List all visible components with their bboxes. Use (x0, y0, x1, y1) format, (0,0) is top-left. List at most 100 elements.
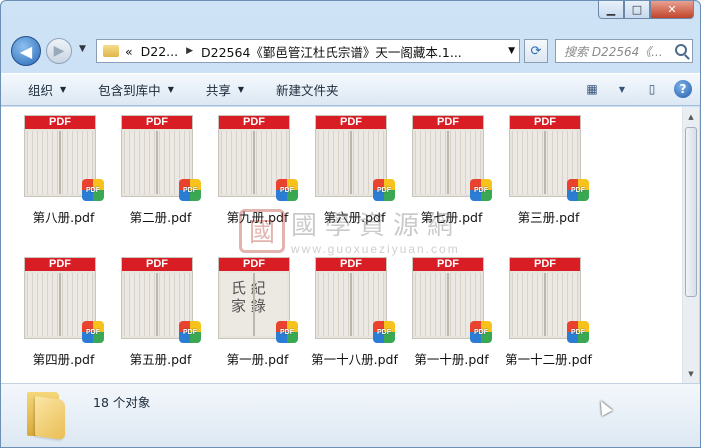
item-count: 18 个对象 (93, 395, 151, 410)
pdf-band-label: PDF (122, 258, 192, 271)
pdf-badge-label: PDF (183, 328, 197, 336)
chevron-down-icon: ▼ (60, 85, 67, 94)
address-bar[interactable]: « D22... ▶ D22564《鄞邑管江杜氏宗谱》天一阁藏本.1... ▼ (96, 39, 520, 63)
vertical-scrollbar[interactable]: ▲ ▼ (682, 107, 699, 383)
pdf-badge-label: PDF (280, 186, 294, 194)
file-name: 第五册.pdf (129, 352, 192, 367)
search-placeholder: 搜索 D22564《... (564, 44, 663, 59)
forward-button[interactable]: ▶ (46, 38, 72, 64)
details-pane: 18 个对象 (1, 383, 700, 447)
pdf-app-icon: PDF (470, 179, 492, 201)
pdf-app-icon: PDF (276, 321, 298, 343)
chevron-down-icon: ▼ (167, 85, 174, 94)
close-button[interactable]: ✕ (650, 1, 694, 19)
scroll-up-icon[interactable]: ▲ (683, 109, 699, 124)
organize-label: 组织 (28, 83, 54, 98)
share-label: 共享 (205, 83, 231, 98)
pdf-band-label: PDF (219, 116, 289, 129)
pdf-band-label: PDF (413, 116, 483, 129)
pdf-badge-label: PDF (474, 186, 488, 194)
pdf-app-icon: PDF (276, 179, 298, 201)
navigation-bar: ◀ ▶ ▼ « D22... ▶ D22564《鄞邑管江杜氏宗谱》天一阁藏本.1… (1, 35, 700, 67)
pdf-band-label: PDF (25, 116, 95, 129)
file-grid: PDF PDF 第八册.pdf PDF PDF 第二册.pdf PDF PDF 第九册.pdf P… (15, 115, 615, 379)
pdf-band-label: PDF (316, 258, 386, 271)
pdf-band-label: PDF (316, 116, 386, 129)
preview-pane-icon[interactable]: ▯ (642, 80, 662, 98)
pdf-badge-label: PDF (377, 186, 391, 194)
pdf-app-icon: PDF (373, 179, 395, 201)
refresh-button[interactable]: ⟳ (524, 39, 548, 63)
maximize-button[interactable]: □ (624, 1, 650, 19)
file-item[interactable]: PDF PDF 第六册.pdf (306, 115, 403, 237)
include-in-library-menu[interactable]: 包含到库中 ▼ (98, 80, 174, 99)
file-name: 第六册.pdf (323, 210, 386, 225)
refresh-icon: ⟳ (530, 43, 542, 59)
file-name: 第八册.pdf (32, 210, 95, 225)
pdf-band-label: PDF (122, 116, 192, 129)
file-item[interactable]: PDF PDF 第一十二册.pdf (500, 257, 597, 379)
file-item[interactable]: PDF PDF 第一十册.pdf (403, 257, 500, 379)
folder-icon (27, 388, 67, 441)
view-controls: ▦ ▼ ▯ ? (572, 80, 692, 98)
file-name: 第七册.pdf (420, 210, 483, 225)
pdf-band-label: PDF (219, 258, 289, 271)
pdf-app-icon: PDF (470, 321, 492, 343)
help-icon[interactable]: ? (674, 80, 692, 98)
back-button[interactable]: ◀ (11, 36, 41, 66)
address-dropdown-icon[interactable]: ▼ (508, 46, 515, 56)
new-folder-button[interactable]: 新建文件夹 (276, 80, 339, 99)
breadcrumb-separator-icon[interactable]: ▶ (186, 46, 193, 56)
file-name: 第一十二册.pdf (505, 352, 592, 367)
file-item[interactable]: PDF PDF 第七册.pdf (403, 115, 500, 237)
file-item[interactable]: PDF PDF 第四册.pdf (15, 257, 112, 379)
pdf-app-icon: PDF (179, 321, 201, 343)
organize-menu[interactable]: 组织 ▼ (28, 80, 66, 99)
file-item[interactable]: PDF PDF 第一十八册.pdf (306, 257, 403, 379)
file-name: 第一十八册.pdf (311, 352, 398, 367)
file-name: 第一十册.pdf (414, 352, 489, 367)
breadcrumb-current[interactable]: D22564《鄞邑管江杜氏宗谱》天一阁藏本.1... (201, 42, 462, 61)
pdf-badge-label: PDF (571, 328, 585, 336)
share-menu[interactable]: 共享 ▼ (206, 80, 244, 99)
pdf-app-icon: PDF (82, 321, 104, 343)
back-arrow-icon: ◀ (19, 41, 33, 61)
scroll-thumb[interactable] (685, 127, 697, 297)
file-name: 第九册.pdf (226, 210, 289, 225)
recent-pages-dropdown[interactable]: ▼ (79, 44, 86, 54)
view-options-dropdown-icon[interactable]: ▼ (612, 80, 632, 98)
pdf-band-label: PDF (510, 258, 580, 271)
breadcrumb-parent[interactable]: D22... (141, 44, 178, 59)
pdf-app-icon: PDF (373, 321, 395, 343)
new-folder-label: 新建文件夹 (276, 83, 339, 98)
pdf-badge-label: PDF (571, 186, 585, 194)
command-bar: 组织 ▼ 包含到库中 ▼ 共享 ▼ 新建文件夹 ▦ ▼ ▯ ? (1, 73, 700, 106)
file-list-pane[interactable]: PDF PDF 第八册.pdf PDF PDF 第二册.pdf PDF PDF 第九册.pdf P… (1, 107, 683, 383)
pdf-band-label: PDF (413, 258, 483, 271)
pdf-badge-label: PDF (183, 186, 197, 194)
caption-buttons: ▁ □ ✕ (598, 1, 694, 19)
include-library-label: 包含到库中 (98, 83, 161, 98)
forward-arrow-icon: ▶ (53, 43, 65, 59)
file-name: 第一册.pdf (226, 352, 289, 367)
explorer-window: ▁ □ ✕ ◀ ▶ ▼ « D22... ▶ D22564《鄞邑管江杜氏宗谱》天… (0, 0, 701, 448)
search-icon[interactable] (675, 44, 687, 56)
file-name: 第四册.pdf (32, 352, 95, 367)
scroll-down-icon[interactable]: ▼ (683, 366, 699, 381)
file-item[interactable]: PDF PDF 第二册.pdf (112, 115, 209, 237)
minimize-button[interactable]: ▁ (598, 1, 624, 19)
pdf-badge-label: PDF (377, 328, 391, 336)
file-item[interactable]: PDF PDF 第八册.pdf (15, 115, 112, 237)
pdf-app-icon: PDF (567, 321, 589, 343)
folder-icon (103, 45, 119, 57)
file-item[interactable]: PDF PDF 第三册.pdf (500, 115, 597, 237)
file-item[interactable]: PDF PDF 第九册.pdf (209, 115, 306, 237)
pdf-badge-label: PDF (280, 328, 294, 336)
address-overflow[interactable]: « (125, 44, 133, 59)
file-name: 第二册.pdf (129, 210, 192, 225)
search-input[interactable]: 搜索 D22564《... (555, 39, 693, 63)
change-view-icon[interactable]: ▦ (582, 80, 602, 98)
file-item[interactable]: PDF PDF 第五册.pdf (112, 257, 209, 379)
pdf-badge-label: PDF (86, 328, 100, 336)
file-item[interactable]: PDF PDF 第一册.pdf (209, 257, 306, 379)
